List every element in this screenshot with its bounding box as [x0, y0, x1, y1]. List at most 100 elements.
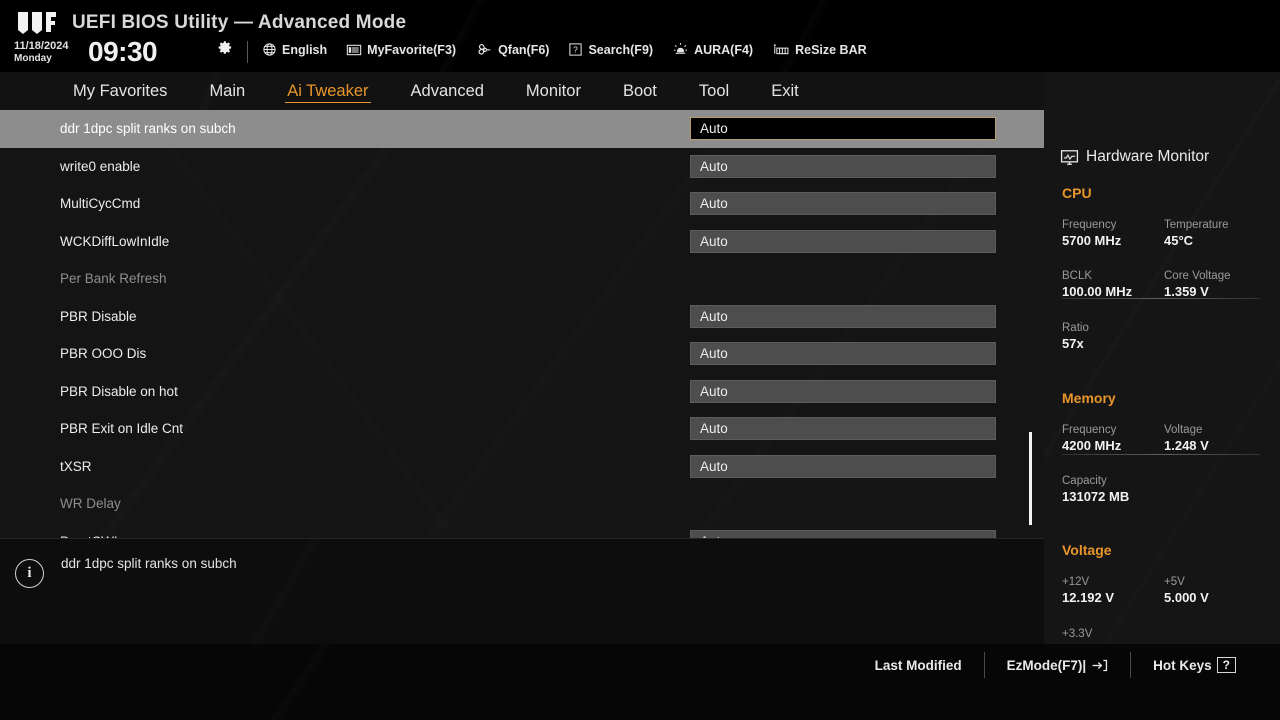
ezmode-button[interactable]: EzMode(F7)| — [985, 658, 1131, 673]
table-row[interactable]: MultiCycCmd Auto — [0, 185, 1044, 223]
header-divider — [247, 41, 248, 63]
setting-label: PBR OOO Dis — [60, 346, 147, 362]
hw-value: 1.248 V — [1164, 438, 1209, 453]
tab-main[interactable]: Main — [188, 72, 266, 110]
hw-key: Ratio — [1062, 322, 1089, 334]
table-row[interactable]: tXSR Auto — [0, 448, 1044, 486]
hw-value: 131072 MB — [1062, 489, 1130, 504]
table-row[interactable]: PBR OOO Dis Auto — [0, 335, 1044, 373]
setting-label: write0 enable — [60, 158, 141, 174]
toolbar-label: AURA(F4) — [694, 42, 754, 57]
question-box-icon: ? — [568, 42, 583, 57]
hw-value: 5700 MHz — [1062, 233, 1122, 248]
setting-value-field[interactable]: Auto — [690, 342, 996, 366]
hw-key: BCLK — [1062, 270, 1093, 282]
info-icon: i — [15, 559, 44, 588]
toolbar-item-qfan[interactable]: Qfan(F6) — [475, 42, 549, 57]
hw-key: Frequency — [1062, 424, 1117, 436]
setting-value: Auto — [700, 308, 728, 324]
monitor-icon — [1060, 149, 1079, 166]
setting-value-field[interactable]: Auto — [690, 229, 996, 253]
table-row[interactable]: PBR Disable on hot Auto — [0, 373, 1044, 411]
hotkeys-label: Hot Keys — [1153, 657, 1212, 673]
toolbar-label: English — [282, 42, 328, 57]
setting-value: Auto — [700, 346, 728, 362]
gear-icon[interactable] — [218, 40, 233, 55]
arrow-into-bracket-icon — [1091, 658, 1108, 673]
tab-tool[interactable]: Tool — [678, 72, 750, 110]
table-row[interactable]: Dec tCWL Auto — [0, 523, 1044, 538]
clock-display: 09:30 — [88, 36, 158, 67]
table-row[interactable]: PBR Disable Auto — [0, 298, 1044, 336]
hw-value: 4200 MHz — [1062, 438, 1122, 453]
last-modified-button[interactable]: Last Modified — [853, 658, 984, 673]
hotkeys-keycap: ? — [1216, 657, 1236, 673]
setting-label: Per Bank Refresh — [60, 271, 167, 287]
settings-rows: ddr 1dpc split ranks on subch Auto write… — [0, 110, 1044, 538]
setting-value-field[interactable]: Auto — [690, 454, 996, 478]
table-row[interactable]: ddr 1dpc split ranks on subch Auto — [0, 110, 1044, 148]
table-row[interactable]: WCKDiffLowInIdle Auto — [0, 223, 1044, 261]
toolbar-item-english[interactable]: English — [262, 42, 327, 57]
setting-value-field[interactable]: Auto — [690, 117, 996, 141]
hw-section-memory: Memory — [1062, 390, 1116, 406]
setting-value-field[interactable]: Auto — [690, 529, 996, 538]
hw-item-voltage-5v: +5V 5.000 V — [1164, 576, 1209, 605]
table-row[interactable]: write0 enable Auto — [0, 148, 1044, 186]
hw-value: 57x — [1062, 336, 1084, 351]
help-text: ddr 1dpc split ranks on subch — [61, 556, 237, 571]
setting-value-field[interactable]: Auto — [690, 379, 996, 403]
hw-key: Frequency — [1062, 219, 1117, 231]
hw-key: +12V — [1062, 576, 1090, 588]
resize-bar-icon — [772, 42, 790, 57]
setting-value: Auto — [700, 233, 728, 249]
setting-label: PBR Disable — [60, 308, 137, 324]
hardware-monitor-title: Hardware Monitor — [1060, 148, 1209, 166]
tab-ai-tweaker[interactable]: Ai Tweaker — [266, 72, 389, 110]
hw-item-voltage-3v3: +3.3V 3.296 V — [1062, 628, 1107, 644]
hw-value: 1.359 V — [1164, 284, 1209, 299]
ezmode-label: EzMode(F7)| — [1006, 657, 1087, 673]
hardware-monitor-label: Hardware Monitor — [1086, 148, 1210, 165]
hw-item-cpu-frequency: Frequency 5700 MHz — [1062, 219, 1121, 248]
nav-bar: My Favorites Main Ai Tweaker Advanced Mo… — [0, 72, 1044, 110]
setting-value: Auto — [700, 196, 728, 212]
tab-advanced[interactable]: Advanced — [390, 72, 505, 110]
tab-boot[interactable]: Boot — [602, 72, 678, 110]
toolbar-item-myfavorite[interactable]: MyFavorite(F3) — [346, 43, 456, 57]
toolbar-item-aura[interactable]: AURA(F4) — [672, 42, 753, 57]
setting-label: PBR Exit on Idle Cnt — [60, 421, 184, 437]
hw-key: Voltage — [1164, 424, 1203, 436]
date-value: 11/18/2024 — [14, 40, 69, 52]
setting-value: Auto — [700, 383, 728, 399]
hw-value: 45°C — [1164, 233, 1194, 248]
page-title: UEFI BIOS Utility — Advanced Mode — [72, 12, 407, 33]
setting-label: MultiCycCmd — [60, 196, 141, 212]
nav-tabs: My Favorites Main Ai Tweaker Advanced Mo… — [52, 72, 820, 110]
setting-value-field[interactable]: Auto — [690, 154, 996, 178]
hw-item-cpu-temperature: Temperature 45°C — [1164, 219, 1229, 248]
setting-group-header: Per Bank Refresh — [0, 260, 1044, 298]
table-row[interactable]: PBR Exit on Idle Cnt Auto — [0, 410, 1044, 448]
setting-value-field[interactable]: Auto — [690, 304, 996, 328]
footer-actions: Last Modified EzMode(F7)| Hot Keys ? — [853, 644, 1258, 686]
hw-key: Temperature — [1164, 219, 1229, 231]
hw-item-memory-voltage: Voltage 1.248 V — [1164, 424, 1209, 453]
toolbar-item-resize-bar[interactable]: ReSize BAR — [772, 42, 867, 57]
hw-divider — [1062, 298, 1260, 299]
tab-my-favorites[interactable]: My Favorites — [52, 72, 188, 110]
header-toolbar: English MyFavorite(F3) Qfan(F6) ? Search… — [262, 42, 867, 57]
toolbar-item-search[interactable]: ? Search(F9) — [568, 42, 653, 57]
svg-text:?: ? — [574, 46, 579, 55]
hw-item-memory-capacity: Capacity 131072 MB — [1062, 475, 1129, 504]
hw-value: 12.192 V — [1062, 590, 1115, 605]
hw-key: Core Voltage — [1164, 270, 1231, 282]
tab-exit[interactable]: Exit — [750, 72, 820, 110]
setting-value-field[interactable]: Auto — [690, 192, 996, 216]
setting-value: Auto — [700, 121, 728, 137]
tab-monitor[interactable]: Monitor — [505, 72, 602, 110]
setting-group-header: WR Delay — [0, 485, 1044, 523]
setting-value-field[interactable]: Auto — [690, 417, 996, 441]
hw-item-cpu-ratio: Ratio 57x — [1062, 322, 1089, 351]
hotkeys-button[interactable]: Hot Keys ? — [1131, 657, 1258, 673]
